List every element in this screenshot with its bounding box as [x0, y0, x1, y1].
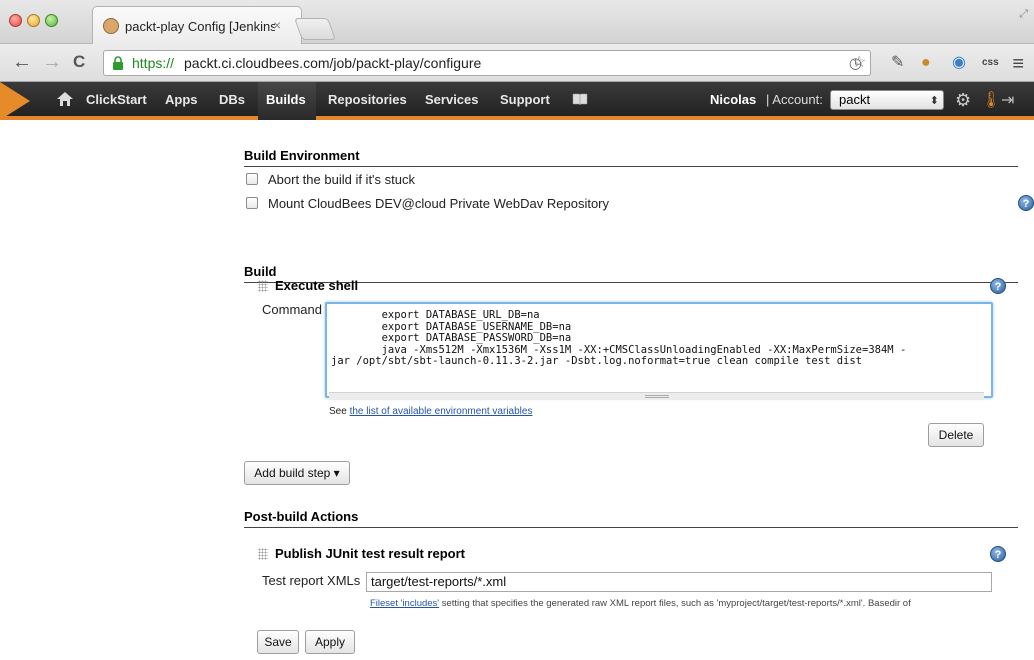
cookie-icon[interactable]: ● [921, 54, 931, 72]
nav-repositories[interactable]: Repositories [328, 92, 407, 107]
option-abort-stuck-label: Abort the build if it's stuck [268, 172, 415, 187]
section-build-environment: Build Environment [244, 148, 1018, 167]
drag-handle-icon[interactable] [258, 280, 268, 292]
jenkins-favicon-icon [103, 18, 119, 34]
thermometer-icon[interactable]: 🌡 [981, 90, 1001, 110]
zoom-window-button[interactable] [45, 14, 58, 27]
address-bar[interactable]: https:// packt.ci.cloudbees.com/job/pack… [103, 50, 871, 76]
reload-button[interactable]: C [73, 51, 85, 73]
test-report-xmls-input[interactable]: target/test-reports/*.xml [366, 572, 992, 592]
css-extension-icon[interactable]: css [982, 54, 999, 72]
fileset-note: Fileset 'includes' setting that specifie… [370, 598, 1030, 609]
save-button[interactable]: Save [257, 630, 299, 654]
env-vars-note: See the list of available environment va… [329, 406, 532, 417]
checkbox-mount-webdav[interactable] [246, 197, 258, 209]
url-path: packt.ci.cloudbees.com/job/packt-play/co… [184, 55, 482, 71]
browser-tab-active[interactable]: packt-play Config [Jenkins × [92, 6, 302, 44]
execute-shell-title: Execute shell [275, 278, 359, 293]
option-abort-stuck[interactable]: Abort the build if it's stuck [246, 172, 415, 187]
section-post-build-actions: Post-build Actions [244, 509, 1018, 528]
help-icon[interactable]: ? [990, 278, 1006, 294]
env-vars-link[interactable]: the list of available environment variab… [350, 406, 533, 417]
nav-builds[interactable]: Builds [266, 92, 306, 107]
bookmark-star-icon[interactable]: ☆ [852, 54, 866, 72]
section-build: Build [244, 264, 1018, 283]
resize-grip-icon [645, 395, 669, 398]
option-mount-webdav-label: Mount CloudBees DEV@cloud Private WebDav… [268, 196, 610, 211]
lock-icon [113, 56, 123, 70]
nav-services[interactable]: Services [425, 92, 479, 107]
browser-title-bar: packt-play Config [Jenkins × ⤢ [0, 0, 1034, 44]
wrench-icon[interactable]: ✎ [891, 54, 904, 72]
help-icon[interactable]: ? [1018, 195, 1034, 211]
new-tab-button[interactable] [293, 18, 337, 40]
test-report-xmls-label: Test report XMLs [262, 573, 361, 588]
apply-button[interactable]: Apply [305, 630, 355, 654]
close-window-button[interactable] [9, 14, 22, 27]
gear-icon[interactable]: ⚙ [955, 90, 971, 111]
account-select-value: packt [839, 92, 871, 107]
add-build-step-button[interactable]: Add build step ▾ [244, 461, 350, 485]
forward-button[interactable]: → [42, 51, 62, 73]
drag-handle-icon[interactable] [258, 548, 268, 560]
delete-button[interactable]: Delete [928, 423, 984, 447]
user-name[interactable]: Nicolas [710, 92, 756, 107]
checkbox-abort-stuck[interactable] [246, 173, 258, 185]
fileset-includes-link[interactable]: Fileset 'includes' [370, 598, 439, 609]
fileset-note-text: setting that specifies the generated raw… [439, 598, 911, 609]
nav-dbs[interactable]: DBs [219, 92, 245, 107]
tab-close-icon[interactable]: × [273, 17, 281, 33]
nav-clickstart[interactable]: ClickStart [86, 92, 147, 107]
minimize-window-button[interactable] [27, 14, 40, 27]
back-button[interactable]: ← [12, 51, 32, 73]
tab-title: packt-play Config [Jenkins [125, 19, 275, 34]
account-label: | Account: [766, 92, 823, 107]
env-vars-prefix: See [329, 406, 350, 417]
browser-menu-icon[interactable]: ≡ [1012, 53, 1024, 76]
command-label: Command [262, 302, 322, 317]
extension-shield-icon[interactable]: ◉ [952, 54, 966, 72]
nav-apps[interactable]: Apps [165, 92, 198, 107]
help-icon[interactable]: ? [990, 546, 1006, 562]
command-textarea[interactable]: export DATABASE_URL_DB=na export DATABAS… [325, 302, 993, 398]
brand-flag-icon [0, 82, 30, 120]
option-mount-webdav[interactable]: Mount CloudBees DEV@cloud Private WebDav… [246, 196, 609, 211]
logout-icon[interactable]: ⇥ [1001, 90, 1014, 110]
cloudbees-nav-bar: ClickStart Apps DBs Builds Repositories … [0, 82, 1034, 120]
publish-junit-title: Publish JUnit test result report [275, 546, 465, 561]
nav-support[interactable]: Support [500, 92, 550, 107]
textarea-resize-handle[interactable] [329, 392, 984, 400]
select-arrows-icon: ⬍ [929, 95, 939, 107]
url-protocol: https:// [132, 55, 175, 71]
account-select[interactable]: packt ⬍ [830, 90, 944, 110]
documentation-book-icon[interactable] [572, 92, 588, 106]
browser-toolbar: ← → C https:// packt.ci.cloudbees.com/jo… [0, 44, 1034, 82]
home-icon[interactable] [56, 90, 74, 108]
fullscreen-icon[interactable]: ⤢ [1019, 8, 1028, 21]
